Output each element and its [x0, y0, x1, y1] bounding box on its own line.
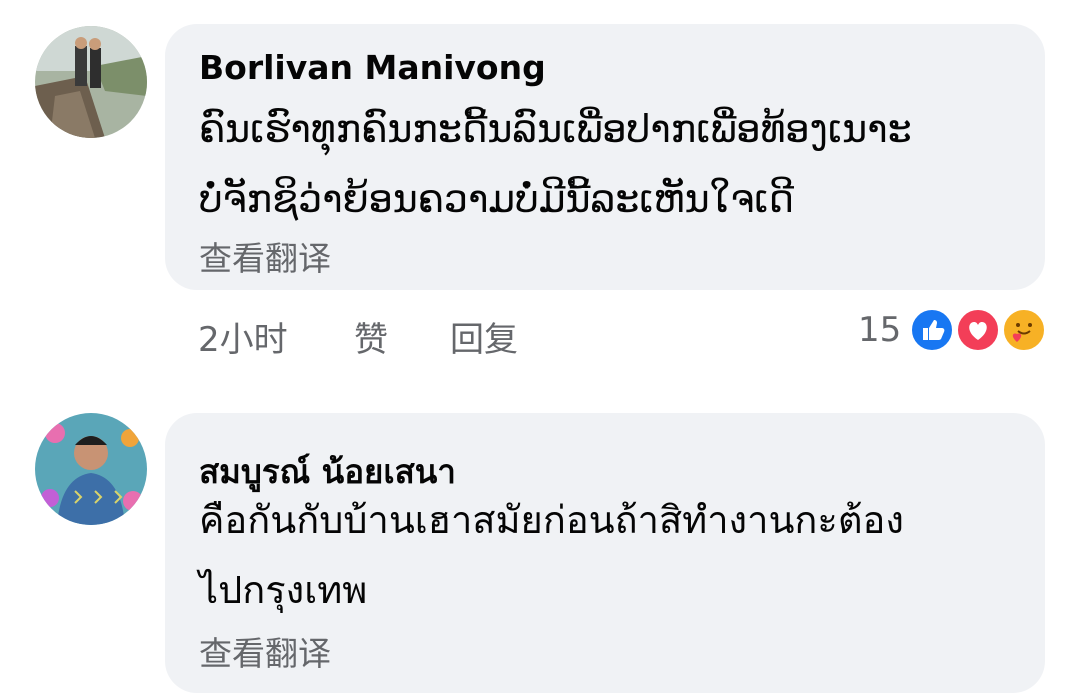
- love-icon: [956, 308, 1000, 352]
- like-icon: [910, 308, 954, 352]
- comment-text: ຄົນເຮົາທຸກຄົນກະດີ້ນລົນເພື່ອປາກເພື່ອທ້ອງເ…: [199, 94, 1029, 234]
- reaction-count: 15: [858, 310, 902, 350]
- comment-bubble: Borlivan Manivong ຄົນເຮົາທຸກຄົນກະດີ້ນລົນ…: [165, 24, 1045, 290]
- comment-bubble: สมบูรณ์ น้อยเสนา คือกันกับบ้านเฮาสมัยก่อ…: [165, 413, 1045, 693]
- see-translation-link[interactable]: 查看翻译: [199, 232, 331, 280]
- avatar-photo: [35, 26, 147, 138]
- reply-button[interactable]: 回复: [450, 312, 518, 361]
- see-translation-link[interactable]: 查看翻译: [199, 627, 331, 675]
- comment-timestamp[interactable]: 2小时: [198, 312, 288, 361]
- avatar[interactable]: [35, 413, 147, 525]
- comment-text-line: ไปกรุงเทพ: [199, 568, 368, 612]
- care-icon: [1002, 308, 1046, 352]
- like-button[interactable]: 赞: [354, 312, 388, 361]
- comment-author[interactable]: Borlivan Manivong: [199, 48, 546, 87]
- comment-text: คือกันกับบ้านเฮาสมัยก่อนถ้าสิทำงานกะต้อง…: [199, 485, 1029, 625]
- comment-text-line: ບໍ່ຈັກຊິວ່າຍ້ອນຄວາມບໍ່ມີນີ້ລະເຫັນໃຈເດີ: [199, 177, 794, 221]
- avatar[interactable]: [35, 26, 147, 138]
- comment-text-line: ຄົນເຮົາທຸກຄົນກະດີ້ນລົນເພື່ອປາກເພື່ອທ້ອງເ…: [199, 107, 912, 151]
- comment-text-line: คือกันกับบ้านเฮาสมัยก่อนถ้าสิทำงานกะต้อง: [199, 498, 904, 542]
- avatar-photo: [35, 413, 147, 525]
